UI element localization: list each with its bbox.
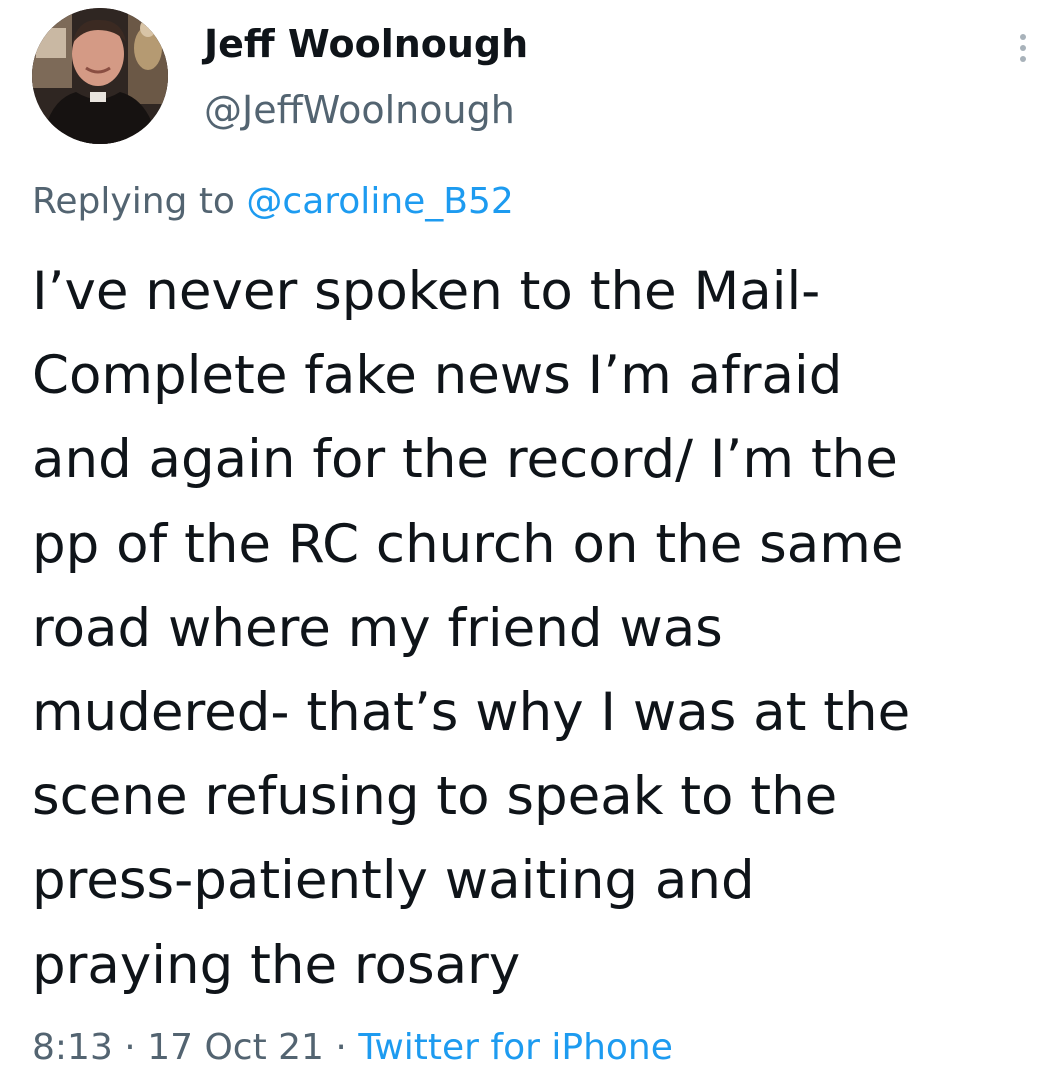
author-handle[interactable]: @JeffWoolnough	[204, 88, 515, 132]
avatar-photo	[32, 8, 168, 144]
tweet-text-line: and again for the record/ I’m the	[32, 429, 898, 491]
meta-separator: ·	[124, 1027, 136, 1068]
tweet-text-line: pp of the RC church on the same	[32, 513, 904, 575]
tweet-meta: 8:13 · 17 Oct 21 · Twitter for iPhone	[32, 1026, 673, 1070]
tweet-text-line: mudered- that’s why I was at the	[32, 682, 911, 744]
replying-to: Replying to @caroline_B52	[32, 180, 514, 224]
tweet-detail: Jeff Woolnough @JeffWoolnough Replying t…	[0, 0, 1038, 1082]
author-display-name[interactable]: Jeff Woolnough	[204, 22, 528, 66]
avatar[interactable]	[32, 8, 168, 144]
meta-separator: ·	[335, 1027, 347, 1068]
tweet-source[interactable]: Twitter for iPhone	[358, 1027, 673, 1068]
tweet-text-line: road where my friend was	[32, 597, 723, 659]
replying-to-label: Replying to	[32, 181, 235, 222]
more-options-icon[interactable]	[1008, 26, 1038, 70]
tweet-text-line: press-patiently waiting and	[32, 850, 755, 912]
tweet-text-line: Complete fake news I’m afraid	[32, 345, 843, 407]
tweet-text: I’ve never spoken to the Mail- Complete …	[32, 250, 1032, 1008]
tweet-text-line: scene refusing to speak to the	[32, 766, 838, 828]
tweet-date[interactable]: 17 Oct 21	[147, 1027, 324, 1068]
replying-to-mention[interactable]: @caroline_B52	[246, 181, 513, 222]
tweet-text-line: praying the rosary	[32, 934, 521, 996]
tweet-time[interactable]: 8:13	[32, 1027, 113, 1068]
tweet-text-line: I’ve never spoken to the Mail-	[32, 261, 821, 322]
